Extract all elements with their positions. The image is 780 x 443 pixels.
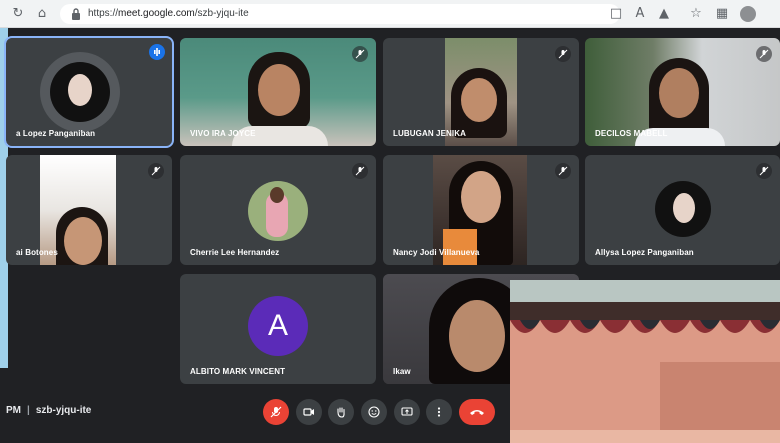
raise-hand-icon	[337, 407, 345, 418]
camera-toggle-button[interactable]	[296, 399, 322, 425]
lock-icon[interactable]	[70, 7, 82, 21]
participant-tile[interactable]: Nancy Jodi Villanueva	[383, 155, 579, 265]
participant-tile[interactable]: a Lopez Panganiban	[4, 36, 174, 148]
participant-tile[interactable]: LUBUGAN JENIKA	[383, 38, 579, 146]
reactions-button[interactable]	[361, 399, 387, 425]
participant-tile[interactable]: DECILOS MABELL	[585, 38, 780, 146]
participant-avatar	[248, 181, 308, 241]
browser-toolbar: ↻ ⌂ https://meet.google.com/szb-yjqu-ite…	[0, 0, 780, 28]
participant-name: LUBUGAN JENIKA	[393, 129, 466, 138]
mic-toggle-button[interactable]	[263, 399, 289, 425]
muted-mic-icon	[756, 46, 772, 62]
camera-permission-icon[interactable]: □	[608, 6, 624, 22]
meeting-time: PM	[6, 405, 21, 416]
profile-avatar-icon[interactable]	[740, 6, 756, 22]
muted-mic-icon	[756, 163, 772, 179]
emoji-icon	[368, 406, 380, 418]
participant-tile[interactable]: A ALBITO MARK VINCENT	[180, 274, 376, 384]
present-screen-button[interactable]	[394, 399, 420, 425]
participant-tile[interactable]: ai Botones	[6, 155, 172, 265]
speaking-indicator-icon	[149, 44, 165, 60]
participant-tile[interactable]: Allysa Lopez Panganiban	[585, 155, 780, 265]
participant-avatar	[655, 181, 711, 237]
participant-tile[interactable]: VIVO IRA JOYCE	[180, 38, 376, 146]
end-call-button[interactable]	[459, 399, 495, 425]
muted-mic-icon	[555, 46, 571, 62]
favorites-star-icon[interactable]: ☆	[688, 6, 704, 22]
participant-name: ALBITO MARK VINCENT	[190, 367, 286, 376]
overlay-photo	[510, 280, 780, 443]
muted-mic-icon	[555, 163, 571, 179]
raise-hand-button[interactable]	[328, 399, 354, 425]
meeting-code: szb-yjqu-ite	[35, 405, 92, 416]
collections-icon[interactable]: ▦	[714, 6, 730, 22]
divider: |	[27, 405, 30, 416]
url-text[interactable]: https://meet.google.com/szb-yjqu-ite	[88, 8, 249, 19]
participant-name: VIVO IRA JOYCE	[190, 129, 256, 138]
participant-name: Allysa Lopez Panganiban	[595, 248, 694, 257]
meeting-details: PM | szb-yjqu-ite	[6, 405, 91, 416]
participant-name: DECILOS MABELL	[595, 129, 668, 138]
url-path: /szb-yjqu-ite	[194, 8, 249, 19]
url-host: meet.google.com	[118, 8, 195, 19]
participant-name: Ikaw	[393, 367, 411, 376]
end-call-icon	[470, 410, 484, 415]
camera-icon	[303, 408, 314, 416]
url-protocol: https://	[88, 8, 119, 19]
participant-name: Nancy Jodi Villanueva	[393, 248, 480, 257]
reload-icon[interactable]: ↻	[10, 6, 26, 22]
more-options-button[interactable]	[426, 399, 452, 425]
muted-mic-icon	[352, 46, 368, 62]
read-aloud-icon[interactable]: A	[632, 6, 648, 22]
mic-off-icon	[270, 406, 282, 418]
participant-name: ai Botones	[16, 248, 58, 257]
participant-tile[interactable]: Cherrie Lee Hernandez	[180, 155, 376, 265]
present-screen-icon	[401, 407, 413, 416]
more-options-icon	[437, 407, 441, 417]
participant-avatar	[40, 52, 120, 132]
participant-name: a Lopez Panganiban	[16, 129, 96, 138]
home-icon[interactable]: ⌂	[34, 6, 50, 22]
extension-icon[interactable]: ▲	[656, 6, 672, 22]
participant-name: Cherrie Lee Hernandez	[190, 248, 280, 257]
participant-avatar: A	[248, 296, 308, 356]
muted-mic-icon	[148, 163, 164, 179]
muted-mic-icon	[352, 163, 368, 179]
